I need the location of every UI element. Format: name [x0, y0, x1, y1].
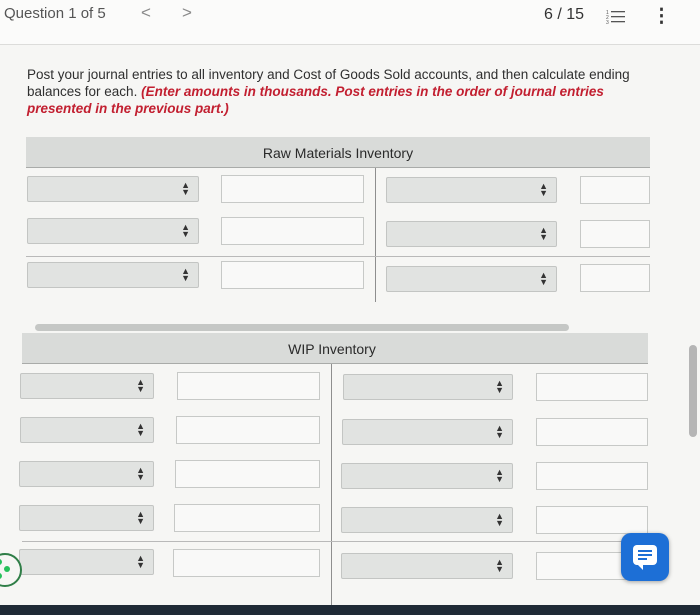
raw-materials-header: Raw Materials Inventory — [26, 137, 650, 168]
wip-credit-amount-2[interactable] — [536, 418, 648, 446]
row-separator — [22, 541, 648, 542]
wip-credit-amount-3[interactable] — [536, 462, 648, 490]
page-counter: 6 / 15 — [544, 6, 585, 23]
wip-credit-account-select-4[interactable]: ▲ ▼ — [341, 507, 513, 533]
wip-debit-amount-2[interactable] — [176, 416, 320, 444]
raw-materials-title: Raw Materials Inventory — [262, 145, 414, 161]
updown-arrows-icon: ▲ ▼ — [495, 511, 504, 528]
row-separator — [26, 256, 650, 257]
raw-materials-t-account: Raw Materials Inventory ▲ ▼ ▲ ▼ ▲ ▼ ▲ ▼ ▲ ▼ ▲… — [26, 137, 650, 307]
wip-credit-amount-1[interactable] — [536, 373, 648, 401]
updown-arrows-icon: ▲ ▼ — [495, 423, 504, 440]
wip-debit-amount-4[interactable] — [174, 504, 320, 532]
t-account-divider — [375, 168, 376, 302]
raw-credit-amount-3[interactable] — [580, 264, 650, 292]
wip-credit-account-select-5[interactable]: ▲ ▼ — [341, 553, 513, 579]
wip-debit-account-select-5[interactable]: ▲ ▼ — [19, 549, 154, 575]
updown-arrows-icon: ▲ ▼ — [539, 225, 548, 242]
wip-debit-account-select-4[interactable]: ▲ ▼ — [19, 505, 154, 531]
wip-debit-account-select-2[interactable]: ▲ ▼ — [20, 417, 154, 443]
raw-credit-amount-2[interactable] — [580, 220, 650, 248]
wip-debit-account-select-3[interactable]: ▲ ▼ — [19, 461, 154, 487]
wip-credit-account-select-1[interactable]: ▲ ▼ — [343, 374, 513, 400]
updown-arrows-icon: ▲ ▼ — [539, 181, 548, 198]
updown-arrows-icon: ▲ ▼ — [136, 465, 145, 482]
raw-credit-account-select-2[interactable]: ▲ ▼ — [386, 221, 557, 247]
top-bar: Question 1 of 5 < > 6 / 15 1 2 3 ⋮ — [0, 0, 700, 45]
wip-debit-amount-5[interactable] — [173, 549, 320, 577]
prev-question-button[interactable]: < — [141, 3, 151, 23]
raw-debit-account-select-1[interactable]: ▲ ▼ — [27, 176, 199, 202]
wip-t-account: WIP Inventory ▲ ▼ ▲ ▼ ▲ ▼ ▲ ▼ ▲ ▼ ▲ ▼ ▲ ▼ ▲ ▼ ▲ ▼… — [19, 333, 648, 605]
updown-arrows-icon: ▲ ▼ — [136, 421, 145, 438]
more-vertical-icon[interactable]: ⋮ — [652, 5, 671, 28]
wip-debit-account-select-1[interactable]: ▲ ▼ — [20, 373, 154, 399]
question-content: Post your journal entries to all invento… — [0, 45, 700, 605]
updown-arrows-icon: ▲ ▼ — [136, 377, 145, 394]
raw-credit-amount-1[interactable] — [580, 176, 650, 204]
updown-arrows-icon: ▲ ▼ — [495, 467, 504, 484]
raw-debit-amount-2[interactable] — [221, 217, 364, 245]
instructions: Post your journal entries to all invento… — [27, 66, 657, 117]
next-question-button[interactable]: > — [182, 3, 192, 23]
raw-debit-account-select-3[interactable]: ▲ ▼ — [27, 262, 199, 288]
horizontal-scrollbar[interactable] — [35, 324, 569, 331]
t-account-divider — [331, 364, 332, 605]
raw-debit-amount-1[interactable] — [221, 175, 364, 203]
wip-header: WIP Inventory — [22, 333, 648, 364]
updown-arrows-icon: ▲ ▼ — [136, 553, 145, 570]
svg-text:3: 3 — [606, 20, 609, 25]
wip-debit-amount-3[interactable] — [175, 460, 320, 488]
raw-credit-account-select-3[interactable]: ▲ ▼ — [386, 266, 557, 292]
raw-debit-amount-3[interactable] — [221, 261, 364, 289]
question-label: Question 1 of 5 — [4, 5, 106, 22]
list-icon[interactable]: 1 2 3 — [606, 9, 626, 25]
updown-arrows-icon: ▲ ▼ — [539, 270, 548, 287]
wip-credit-amount-4[interactable] — [536, 506, 648, 534]
raw-debit-account-select-2[interactable]: ▲ ▼ — [27, 218, 199, 244]
wip-credit-account-select-3[interactable]: ▲ ▼ — [341, 463, 513, 489]
updown-arrows-icon: ▲ ▼ — [495, 378, 504, 395]
raw-credit-account-select-1[interactable]: ▲ ▼ — [386, 177, 557, 203]
wip-title: WIP Inventory — [288, 341, 376, 357]
updown-arrows-icon: ▲ ▼ — [181, 222, 190, 239]
vertical-scrollbar[interactable] — [689, 345, 697, 437]
updown-arrows-icon: ▲ ▼ — [181, 266, 190, 283]
updown-arrows-icon: ▲ ▼ — [495, 557, 504, 574]
bottom-bar — [0, 605, 700, 615]
wip-credit-account-select-2[interactable]: ▲ ▼ — [342, 419, 513, 445]
updown-arrows-icon: ▲ ▼ — [136, 509, 145, 526]
wip-debit-amount-1[interactable] — [177, 372, 320, 400]
chat-icon[interactable] — [621, 533, 669, 581]
updown-arrows-icon: ▲ ▼ — [181, 180, 190, 197]
